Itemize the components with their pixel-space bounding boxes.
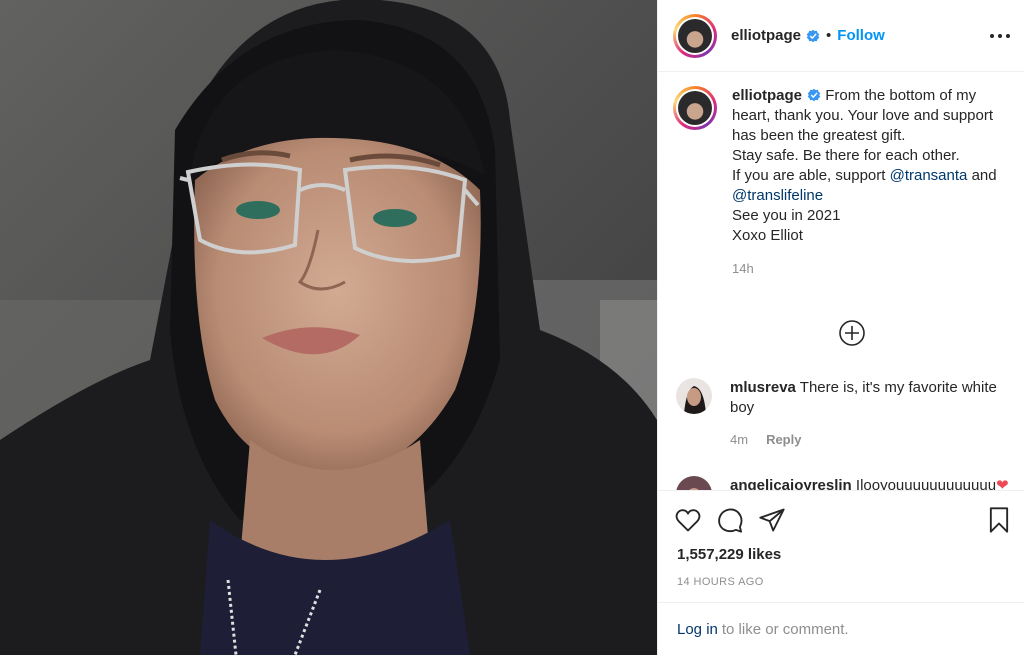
avatar <box>678 18 712 53</box>
caption: elliotpage From the bottom of my heart, … <box>658 72 1024 279</box>
caption-username[interactable]: elliotpage <box>732 87 802 104</box>
caption-story-ring[interactable] <box>673 86 717 130</box>
comment-item: angelicajoyreslin Ilooyouuuuuuuuuuuu❤ <box>673 476 1020 490</box>
mention-translifeline[interactable]: @translifeline <box>732 186 1009 206</box>
follow-button[interactable]: Follow <box>837 27 885 44</box>
verified-badge-icon <box>806 29 820 42</box>
separator-dot: • <box>826 27 832 44</box>
story-ring[interactable] <box>673 13 717 58</box>
save-bookmark-icon[interactable] <box>985 506 1013 534</box>
caption-line-2: heart, thank you. Your love and support <box>732 107 994 124</box>
commenter-avatar[interactable] <box>676 378 712 414</box>
comments-section[interactable]: elliotpage From the bottom of my heart, … <box>658 72 1024 490</box>
commenter-username[interactable]: angelicajoyreslin <box>730 477 852 490</box>
comment-bubble-icon[interactable] <box>716 506 744 534</box>
post-timestamp[interactable]: 14 HOURS AGO <box>658 576 1024 588</box>
commenter-avatar[interactable] <box>676 476 712 490</box>
caption-line-4: Stay safe. Be there for each other. <box>732 147 960 164</box>
login-prompt-text: to like or comment. <box>721 620 849 638</box>
reply-button[interactable]: Reply <box>766 430 801 450</box>
post-photo[interactable] <box>0 0 657 655</box>
mention-transanta[interactable]: @transanta <box>890 167 968 184</box>
caption-line-1: From the bottom of my <box>825 87 977 104</box>
post-actions-area: 1,557,229 likes 14 HOURS AGO <box>658 490 1024 588</box>
load-more-comments-icon[interactable] <box>838 319 866 347</box>
share-send-icon[interactable] <box>758 506 786 534</box>
commenter-username[interactable]: mlusreva <box>730 379 796 396</box>
post-header: elliotpage • Follow <box>658 0 1024 72</box>
caption-line-7: Xoxo Elliot <box>732 227 803 244</box>
comment-time[interactable]: 4m <box>730 430 748 450</box>
selfie-image <box>0 0 657 655</box>
caption-line-3: has been the greatest gift. <box>732 127 906 144</box>
like-heart-icon[interactable] <box>674 506 702 534</box>
header-username[interactable]: elliotpage <box>731 27 801 44</box>
action-bar <box>658 491 1024 549</box>
verified-badge-icon <box>807 88 821 102</box>
login-link[interactable]: Log in <box>677 621 718 638</box>
caption-line-6: See you in 2021 <box>732 207 841 224</box>
more-options-icon[interactable] <box>990 26 1010 46</box>
login-prompt: Log in to like or comment. <box>658 602 1024 655</box>
caption-time[interactable]: 14h <box>732 259 1009 279</box>
caption-and: and <box>971 167 997 184</box>
heart-emoji: ❤ <box>996 477 1009 490</box>
caption-text: elliotpage From the bottom of my heart, … <box>732 86 1009 279</box>
caption-line-5: If you are able, support <box>732 167 886 184</box>
comment-item: mlusreva There is, it's my favorite whit… <box>673 378 1020 450</box>
comment-text: Ilooyouuuuuuuuuuuu <box>855 477 997 490</box>
post-side-panel: elliotpage • Follow elliotpage From the <box>657 0 1024 655</box>
caption-avatar <box>678 91 712 125</box>
